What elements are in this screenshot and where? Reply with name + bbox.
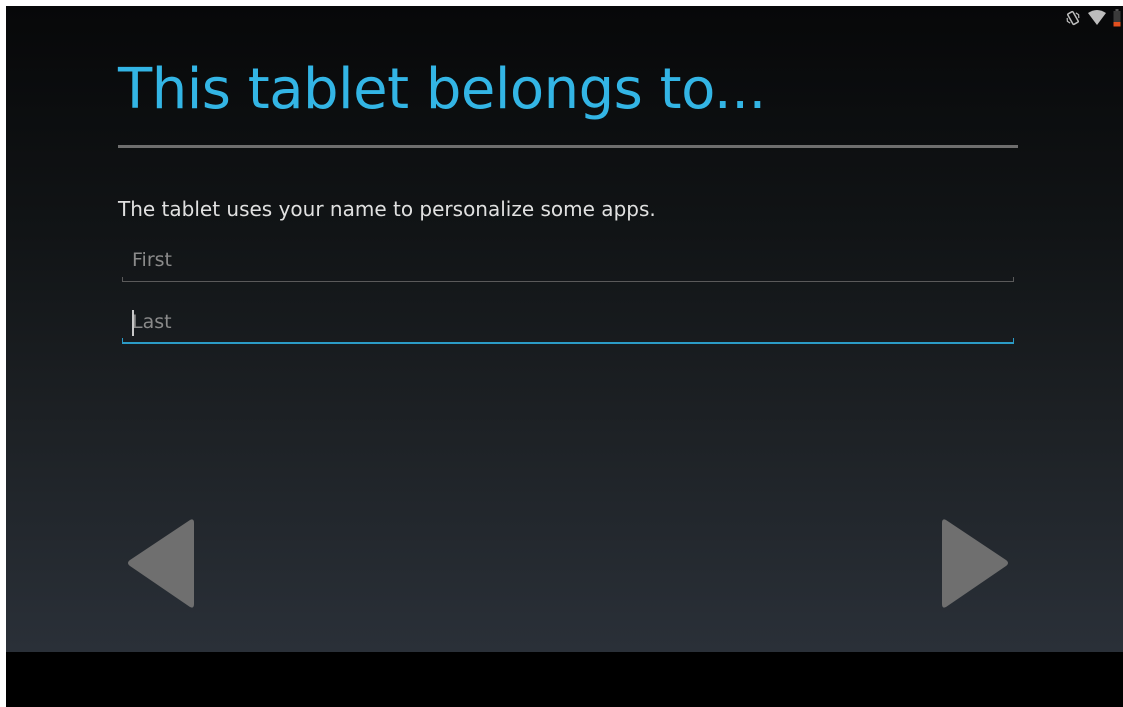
first-name-underline: [122, 281, 1014, 282]
first-name-input[interactable]: [122, 240, 1014, 280]
wifi-icon: [1087, 10, 1107, 26]
triangle-left-icon: [128, 519, 194, 608]
device-screen: This tablet belongs to... The tablet use…: [6, 6, 1123, 707]
setup-wizard-page: This tablet belongs to... The tablet use…: [6, 6, 1123, 652]
first-name-underline-tick-right: [1013, 277, 1014, 282]
page-description: The tablet uses your name to personalize…: [118, 197, 656, 221]
first-name-underline-tick-left: [122, 277, 123, 282]
next-button[interactable]: [940, 516, 1012, 610]
last-name-underline-tick-left: [122, 338, 123, 344]
battery-icon: [1113, 9, 1121, 27]
back-button[interactable]: [124, 516, 196, 610]
triangle-right-icon: [942, 519, 1008, 608]
last-name-underline: [122, 342, 1014, 344]
first-name-field-container: [122, 240, 1014, 284]
status-bar: [1065, 6, 1123, 30]
last-name-input[interactable]: [122, 302, 1014, 342]
page-title: This tablet belongs to...: [118, 57, 766, 122]
text-cursor: [132, 310, 134, 336]
title-divider: [118, 145, 1018, 148]
last-name-underline-tick-right: [1013, 338, 1014, 344]
last-name-field-container: [122, 302, 1014, 346]
vibrate-icon: [1065, 10, 1081, 26]
